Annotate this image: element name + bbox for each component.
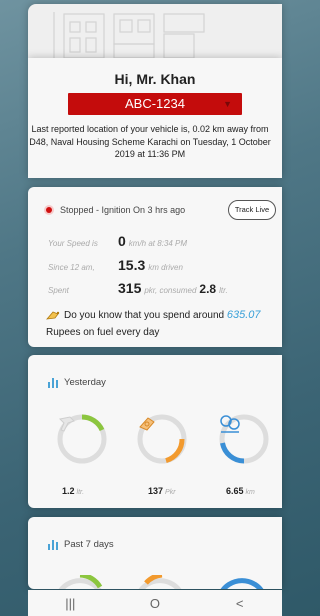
location-line: Last reported location of your vehicle i… [31,124,269,134]
cost-unit: Pkr [165,489,176,496]
spent-value: 315 [118,280,142,296]
fuel-unit: ltr. [76,489,85,496]
bar-chart-icon [48,377,58,388]
consumed-unit: ltr. [219,286,228,295]
greeting-text: Hi, Mr. Khan [114,71,196,87]
spent-label: Spent [48,286,69,295]
dropdown-arrow-icon: ▼ [223,99,232,109]
speed-value: 0 [118,233,126,249]
fuel-tip: Do you know that you spend around 635.07… [46,307,261,341]
spent-row: Spent 315 pkr, consumed 2.8 ltr. [48,280,228,296]
header-illustration [28,4,282,58]
ignition-status: Stopped - Ignition On 3 hrs ago [46,205,185,215]
vehicle-selector[interactable]: ABC-1234 ▼ [68,93,242,115]
status-card: Stopped - Ignition On 3 hrs ago Track Li… [28,187,282,347]
past-7-days-title: Past 7 days [64,539,114,550]
distance-gauge-unit: km [245,489,255,496]
distance-yesterday: 6.65 km [226,486,255,496]
fuel-tip-prefix: Do you know that you spend around [64,310,225,321]
consumed-value: 2.8 [199,282,217,296]
cost-yesterday: 137 Pkr [148,486,176,496]
speed-suffix: km/h at 8:34 PM [128,239,188,248]
status-text: Stopped - Ignition On 3 hrs ago [60,205,186,215]
map-pin-icon [218,413,270,465]
system-nav-bar: ||| O < [28,590,282,616]
since-label: Since 12 am, [48,263,95,272]
status-dot-icon [46,207,52,213]
past-7-days-card: Past 7 days [28,517,282,589]
fuel-yesterday: 1.2 ltr. [62,486,84,496]
money-icon [136,413,188,465]
location-line: 2019 at 11:36 PM [114,149,186,159]
yesterday-card: Yesterday 1.2 ltr. 137 Pkr 6.65 km [28,355,282,508]
speed-row: Your Speed is 0 km/h at 8:34 PM [48,233,187,249]
yesterday-title: Yesterday [64,377,106,388]
home-button[interactable]: O [130,596,180,611]
cost-gauge [136,413,188,465]
cost-value: 137 [148,486,164,496]
last-location-text: Last reported location of your vehicle i… [14,123,286,161]
fuel-value: 1.2 [62,486,75,496]
speed-label: Your Speed is [48,239,98,248]
building-illustration [53,12,205,58]
distance-row: Since 12 am, 15.3 km driven [48,257,183,273]
fuel-pump-icon [46,310,60,321]
recents-button[interactable]: ||| [45,596,95,611]
distance-suffix: km driven [148,263,183,272]
vehicle-plate: ABC-1234 [125,96,185,111]
fuel-tip-suffix: Rupees on fuel every day [46,327,160,338]
fuel-tip-amount: 635.07 [226,309,261,321]
track-live-button[interactable]: Track Live [228,200,276,220]
spent-suffix: pkr, consumed [144,286,197,295]
distance-gauge [218,413,270,465]
greeting-card: Hi, Mr. Khan ABC-1234 ▼ Last reported lo… [28,58,282,178]
past-7-days-header: Past 7 days [48,539,114,550]
distance-value: 15.3 [118,257,146,273]
back-button[interactable]: < [215,596,265,611]
location-line: D48, Naval Housing Scheme Karachi on Tue… [29,136,271,147]
bar-chart-icon [48,539,58,550]
fuel-gauge [56,413,108,465]
yesterday-header: Yesterday [48,377,106,388]
past-7-days-gauges-peek [58,575,264,589]
distance-gauge-value: 6.65 [226,486,244,496]
fuel-nozzle-icon [56,413,108,465]
